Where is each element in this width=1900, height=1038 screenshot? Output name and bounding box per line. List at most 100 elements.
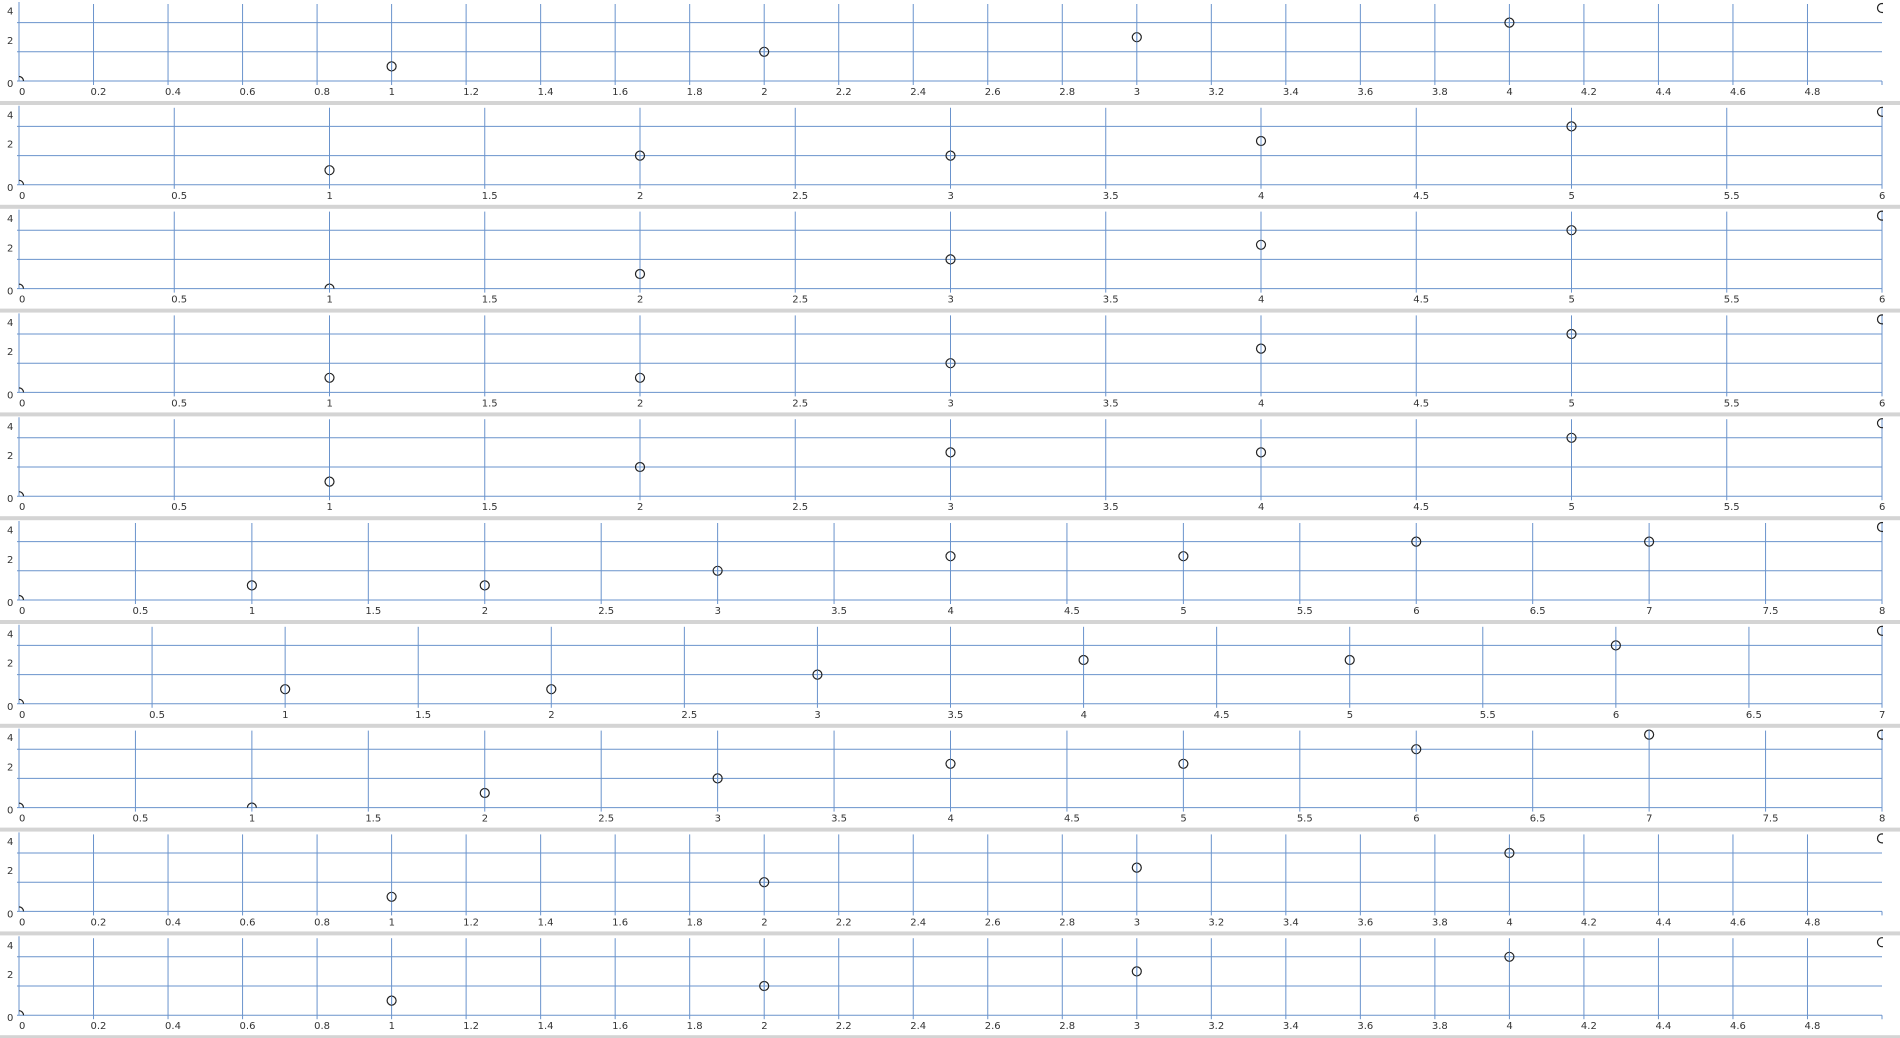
x-tick-label: 4.8 bbox=[1804, 87, 1820, 98]
x-tick-label: 2 bbox=[761, 1021, 767, 1032]
x-tick-label: 1.5 bbox=[415, 710, 431, 721]
x-tick-label: 2.8 bbox=[1059, 917, 1075, 928]
x-tick-label: 1.5 bbox=[482, 502, 498, 513]
x-tick-label: 3.5 bbox=[948, 710, 964, 721]
x-tick-label: 2.5 bbox=[792, 295, 808, 306]
y-tick-label: 2 bbox=[7, 140, 13, 151]
x-tick-label: 6 bbox=[1879, 502, 1885, 513]
x-tick-label: 1 bbox=[249, 814, 255, 825]
x-tick-label: 0.8 bbox=[314, 917, 330, 928]
x-tick-label: 4.4 bbox=[1655, 87, 1671, 98]
x-tick-label: 3.6 bbox=[1357, 1021, 1373, 1032]
x-tick-label: 3.8 bbox=[1432, 1021, 1448, 1032]
data-point bbox=[1876, 2, 1883, 14]
x-tick-label: 1 bbox=[249, 606, 255, 617]
y-tick-label: 0 bbox=[7, 79, 13, 90]
x-tick-label: 1.8 bbox=[687, 1021, 703, 1032]
x-tick-label: 3 bbox=[1134, 917, 1140, 928]
y-tick-label: 2 bbox=[7, 36, 13, 47]
x-tick-label: 1.8 bbox=[687, 87, 703, 98]
x-tick-label: 1.6 bbox=[612, 87, 628, 98]
x-tick-label: 0.2 bbox=[91, 917, 107, 928]
x-tick-label: 3.5 bbox=[831, 606, 847, 617]
x-tick-label: 1.8 bbox=[687, 917, 703, 928]
x-tick-label: 7.5 bbox=[1763, 814, 1779, 825]
x-tick-label: 1.2 bbox=[463, 87, 479, 98]
y-tick-label: 2 bbox=[7, 762, 13, 773]
y-tick-label: 2 bbox=[7, 659, 13, 670]
x-tick-label: 0 bbox=[19, 191, 25, 202]
x-tick-label: 4 bbox=[948, 606, 954, 617]
x-tick-label: 2 bbox=[637, 191, 643, 202]
x-tick-label: 2.5 bbox=[792, 502, 808, 513]
x-tick-label: 5.5 bbox=[1724, 502, 1740, 513]
x-tick-label: 4 bbox=[1506, 1021, 1512, 1032]
x-tick-label: 2.8 bbox=[1059, 1021, 1075, 1032]
y-tick-label: 4 bbox=[7, 941, 13, 952]
data-point bbox=[1876, 833, 1883, 844]
x-tick-label: 6 bbox=[1613, 710, 1619, 721]
x-tick-label: 0 bbox=[19, 87, 25, 98]
x-tick-label: 4.5 bbox=[1413, 191, 1429, 202]
x-tick-label: 2.6 bbox=[985, 1021, 1001, 1032]
x-tick-label: 3.5 bbox=[1103, 502, 1119, 513]
x-tick-label: 3 bbox=[814, 710, 820, 721]
x-tick-label: 0 bbox=[19, 295, 25, 306]
x-tick-label: 2 bbox=[548, 710, 554, 721]
panel-separator bbox=[0, 931, 1900, 936]
x-tick-label: 6.5 bbox=[1746, 710, 1762, 721]
x-tick-label: 0 bbox=[19, 606, 25, 617]
x-tick-label: 0.2 bbox=[91, 1021, 107, 1032]
x-tick-label: 3.2 bbox=[1208, 1021, 1224, 1032]
x-tick-label: 0.4 bbox=[165, 1021, 181, 1032]
x-tick-label: 4 bbox=[948, 814, 954, 825]
y-tick-label: 2 bbox=[7, 451, 13, 462]
x-tick-label: 8 bbox=[1879, 606, 1885, 617]
chart-panel-5: 0 0.5 1 1.5 2 2.5 3 3.5 4 4.5 5 5.5 6 0 2 4 bbox=[0, 417, 1900, 521]
x-tick-label: 4.2 bbox=[1581, 1021, 1597, 1032]
x-tick-label: 4.5 bbox=[1064, 814, 1080, 825]
x-tick-label: 7.5 bbox=[1763, 606, 1779, 617]
y-tick-label: 4 bbox=[7, 7, 13, 18]
x-tick-label: 0.8 bbox=[314, 1021, 330, 1032]
x-tick-label: 1.4 bbox=[538, 917, 554, 928]
x-tick-label: 2.5 bbox=[792, 191, 808, 202]
x-tick-label: 2.5 bbox=[681, 710, 697, 721]
x-tick-label: 3.5 bbox=[1103, 398, 1119, 409]
x-tick-label: 4 bbox=[1258, 502, 1264, 513]
y-tick-label: 0 bbox=[7, 183, 13, 194]
x-tick-label: 1.5 bbox=[482, 295, 498, 306]
x-tick-label: 5 bbox=[1569, 295, 1575, 306]
x-tick-label: 2 bbox=[482, 814, 488, 825]
x-tick-label: 3 bbox=[948, 191, 954, 202]
x-tick-label: 2.5 bbox=[792, 398, 808, 409]
x-tick-label: 0.5 bbox=[171, 191, 187, 202]
y-tick-label: 4 bbox=[7, 629, 13, 640]
chart-panel-2: 0 0.5 1 1.5 2 2.5 3 3.5 4 4.5 5 5.5 6 0 2 4 bbox=[0, 105, 1900, 209]
x-tick-label: 2.4 bbox=[910, 1021, 926, 1032]
x-tick-label: 6.5 bbox=[1530, 606, 1546, 617]
x-tick-label: 5.5 bbox=[1480, 710, 1496, 721]
x-tick-label: 3.4 bbox=[1283, 87, 1299, 98]
x-tick-label: 0.2 bbox=[91, 87, 107, 98]
x-tick-label: 1 bbox=[389, 87, 395, 98]
panel-separator bbox=[0, 723, 1900, 728]
x-tick-label: 4.4 bbox=[1655, 917, 1671, 928]
x-tick-label: 1.4 bbox=[538, 1021, 554, 1032]
x-tick-label: 0 bbox=[19, 917, 25, 928]
y-tick-label: 4 bbox=[7, 837, 13, 848]
x-tick-label: 0.6 bbox=[240, 87, 256, 98]
chart-panel-4: 0 0.5 1 1.5 2 2.5 3 3.5 4 4.5 5 5.5 6 0 2 4 bbox=[0, 313, 1900, 417]
y-tick-label: 0 bbox=[7, 494, 13, 505]
x-tick-label: 2.6 bbox=[985, 917, 1001, 928]
x-tick-label: 1 bbox=[389, 917, 395, 928]
x-tick-label: 2.4 bbox=[910, 87, 926, 98]
x-tick-label: 0 bbox=[19, 1021, 25, 1032]
x-tick-label: 2 bbox=[761, 87, 767, 98]
x-tick-label: 1 bbox=[327, 502, 333, 513]
x-tick-label: 0.8 bbox=[314, 87, 330, 98]
x-tick-label: 1 bbox=[327, 295, 333, 306]
x-tick-label: 5.5 bbox=[1724, 398, 1740, 409]
x-tick-label: 2 bbox=[637, 502, 643, 513]
x-tick-label: 3.2 bbox=[1208, 917, 1224, 928]
